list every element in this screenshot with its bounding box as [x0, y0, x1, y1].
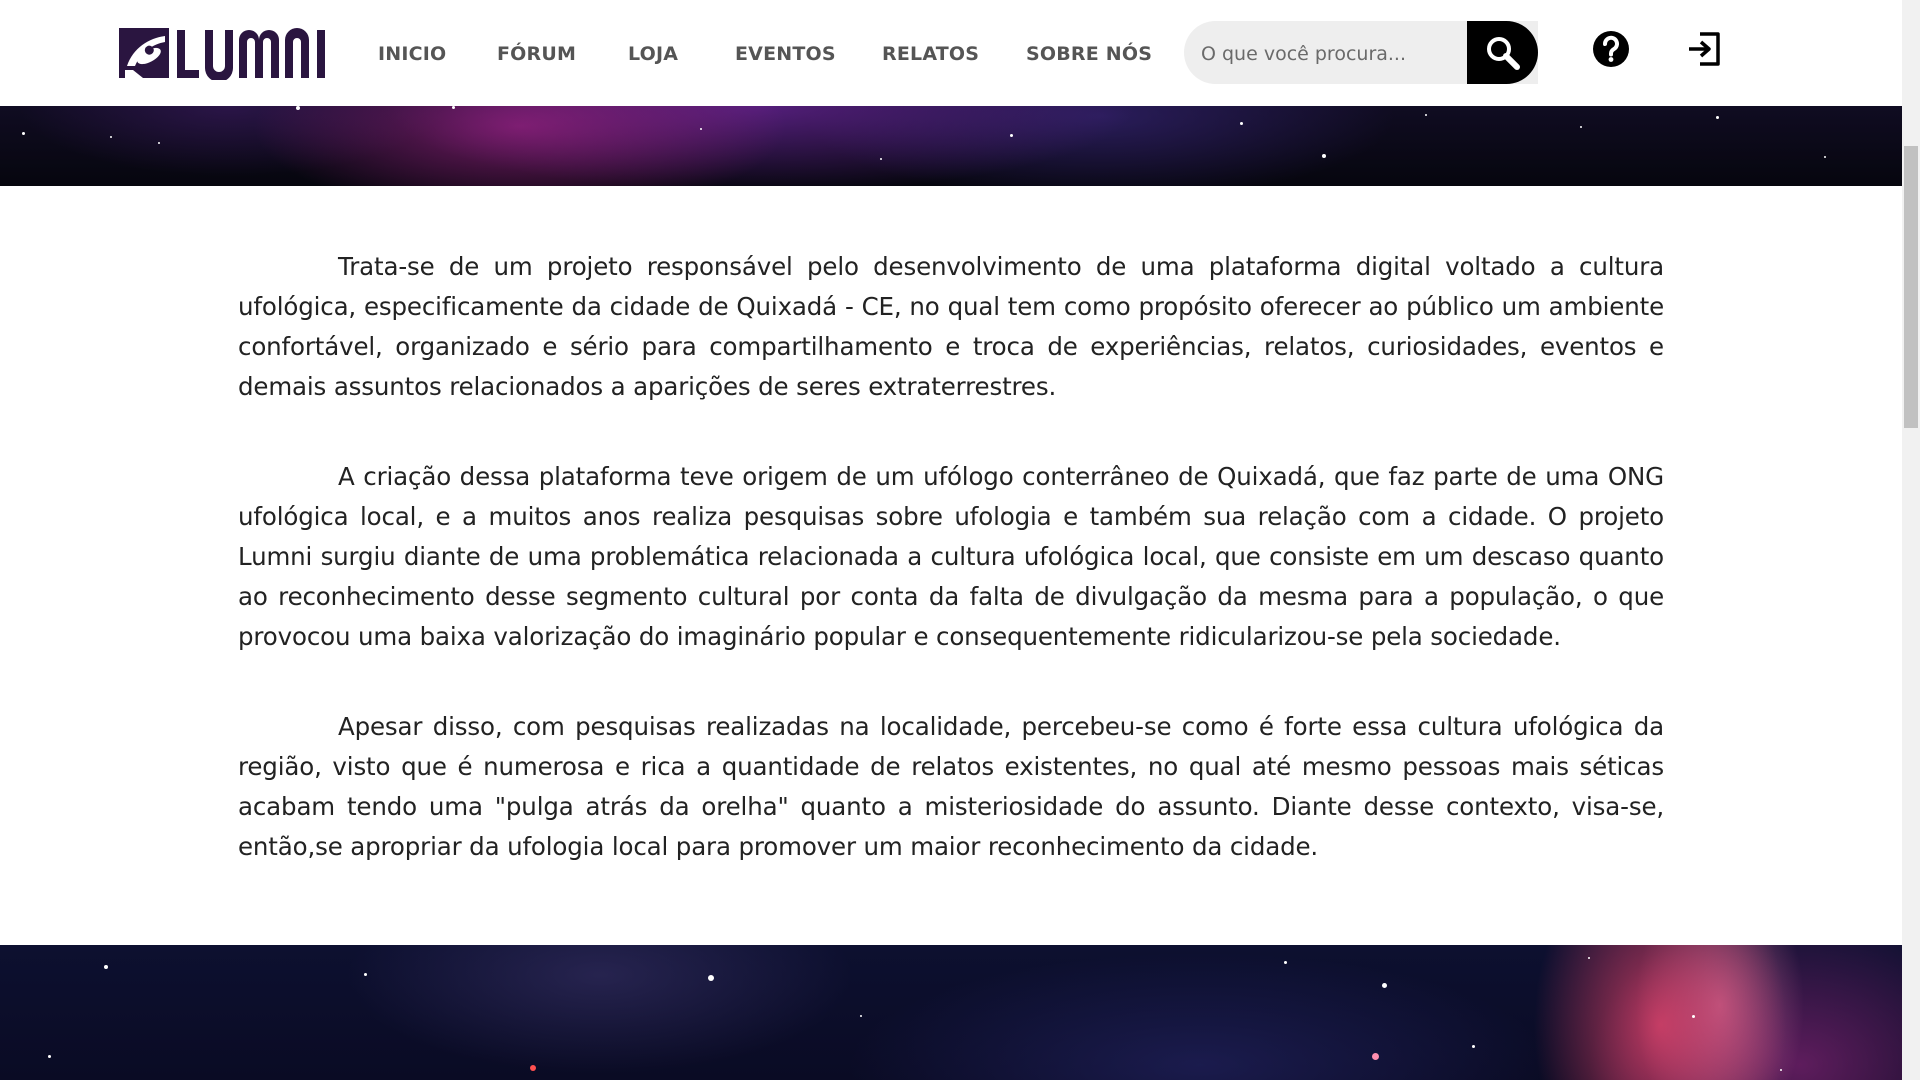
- star: [708, 975, 714, 981]
- star: [1382, 983, 1387, 988]
- site-header: INICIO FÓRUM LOJA EVENTOS RELATOS SOBRE …: [0, 0, 1902, 106]
- nav-eventos[interactable]: EVENTOS: [735, 43, 836, 65]
- star: [1692, 1015, 1695, 1018]
- star: [158, 142, 160, 144]
- login-icon: [1689, 32, 1720, 66]
- scrollbar-thumb[interactable]: [1904, 146, 1918, 428]
- star: [1472, 1045, 1475, 1048]
- star: [1284, 961, 1287, 964]
- search-button[interactable]: [1467, 21, 1538, 84]
- star: [860, 1015, 862, 1017]
- nav-loja[interactable]: LOJA: [628, 43, 678, 65]
- nav-inicio[interactable]: INICIO: [378, 43, 446, 65]
- space-banner-bottom: [0, 945, 1902, 1080]
- star: [1322, 154, 1326, 158]
- about-content: Trata-se de um projeto responsável pelo …: [238, 247, 1664, 917]
- star: [1240, 122, 1243, 125]
- star: [452, 106, 455, 109]
- star: [364, 973, 367, 976]
- star: [110, 136, 112, 138]
- star: [22, 132, 25, 135]
- about-paragraph-1: Trata-se de um projeto responsável pelo …: [238, 252, 1664, 401]
- star: [1780, 1069, 1782, 1071]
- about-paragraph-3: Apesar disso, com pesquisas realizadas n…: [238, 712, 1664, 861]
- nav-relatos[interactable]: RELATOS: [882, 43, 979, 65]
- nav-sobre-nos[interactable]: SOBRE NÓS: [1026, 43, 1152, 65]
- search-input[interactable]: [1199, 21, 1468, 86]
- star: [880, 158, 882, 160]
- star: [48, 1055, 51, 1058]
- lumni-logo[interactable]: [119, 26, 329, 82]
- help-icon: [1593, 31, 1629, 67]
- star: [700, 128, 702, 130]
- login-button[interactable]: [1686, 30, 1722, 68]
- star: [104, 965, 108, 969]
- star: [296, 106, 300, 110]
- nav-forum[interactable]: FÓRUM: [497, 43, 576, 65]
- space-banner-top: [0, 106, 1902, 186]
- search-icon: [1486, 36, 1520, 70]
- star: [1588, 957, 1590, 959]
- star: [530, 1065, 536, 1071]
- star: [1824, 156, 1826, 158]
- help-button[interactable]: [1592, 30, 1630, 68]
- star: [1425, 114, 1427, 116]
- lumni-logo-mark: [119, 28, 325, 82]
- star: [1010, 134, 1013, 137]
- about-paragraph-2: A criação dessa plataforma teve origem d…: [238, 462, 1664, 651]
- star: [1716, 116, 1719, 119]
- star: [1580, 126, 1582, 128]
- star: [1372, 1053, 1379, 1060]
